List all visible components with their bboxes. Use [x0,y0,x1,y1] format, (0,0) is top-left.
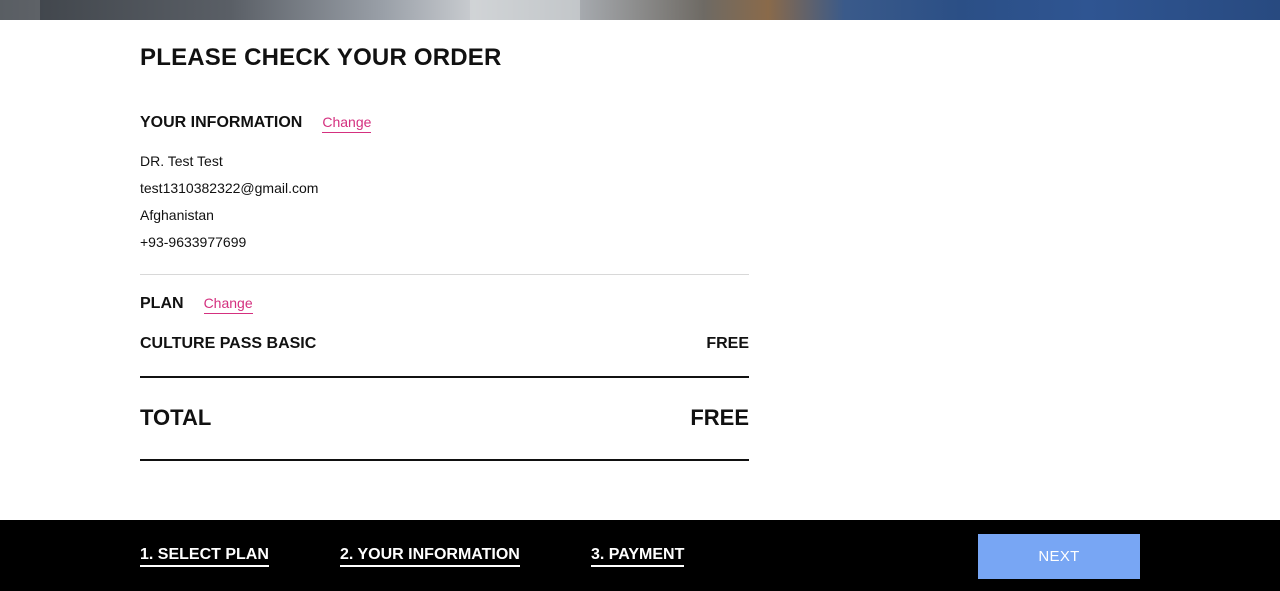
customer-email: test1310382322@gmail.com [140,180,319,196]
step-select-plan[interactable]: 1. SELECT PLAN [140,546,269,567]
hero-image-detail [0,0,40,20]
section-divider [140,274,749,275]
hero-image-strip [0,0,1280,20]
customer-name: DR. Test Test [140,153,223,169]
next-button[interactable]: NEXT [978,534,1140,579]
total-divider-bottom [140,459,749,461]
hero-image-detail [470,0,580,20]
checkout-footer: 1. SELECT PLAN 2. YOUR INFORMATION 3. PA… [0,520,1280,591]
plan-header: PLAN Change [140,295,253,314]
customer-details: DR. Test Test test1310382322@gmail.com A… [140,148,318,256]
plan-name: CULTURE PASS BASIC [140,335,317,352]
your-information-title: YOUR INFORMATION [140,114,303,131]
change-information-link[interactable]: Change [322,114,372,133]
plan-line-item: CULTURE PASS BASIC FREE [140,335,749,353]
total-value: FREE [690,405,749,430]
change-plan-link[interactable]: Change [203,295,253,314]
customer-country: Afghanistan [140,207,214,223]
total-row: TOTAL FREE [140,405,749,431]
step-payment[interactable]: 3. PAYMENT [591,546,685,567]
total-divider-top [140,376,749,378]
page-title: PLEASE CHECK YOUR ORDER [140,44,502,71]
step-your-information[interactable]: 2. YOUR INFORMATION [340,546,520,567]
customer-phone: +93-9633977699 [140,234,247,250]
plan-price: FREE [706,335,749,352]
plan-title: PLAN [140,295,184,312]
total-label: TOTAL [140,405,212,430]
your-information-header: YOUR INFORMATION Change [140,114,372,133]
